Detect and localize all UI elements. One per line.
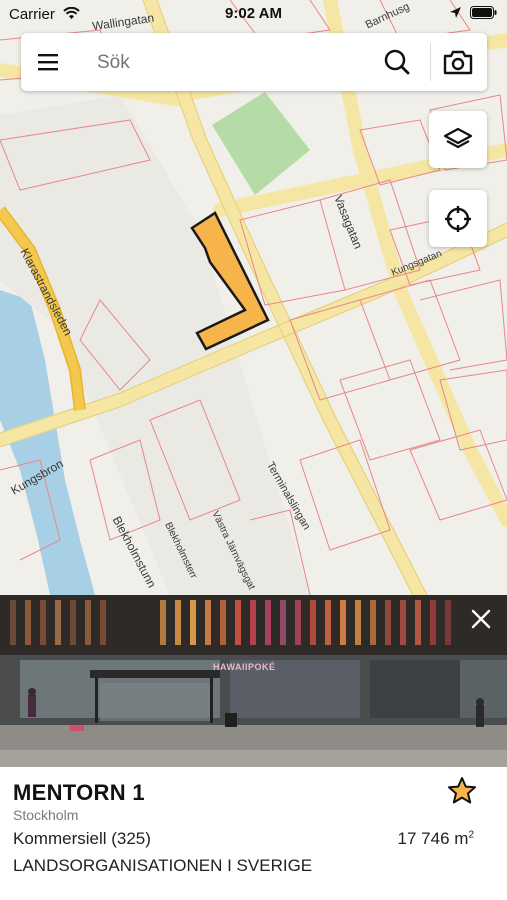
search-input[interactable] (95, 45, 369, 81)
locate-icon (445, 205, 471, 232)
property-area-unit-superscript: 2 (468, 829, 474, 841)
layers-button[interactable] (429, 111, 487, 168)
search-divider (430, 43, 431, 81)
park-area (212, 92, 310, 195)
property-info-panel[interactable]: MENTORN 1 Stockholm Kommersiell (325) 17… (0, 767, 507, 900)
location-arrow-icon (450, 7, 461, 18)
property-city: Stockholm (13, 807, 79, 823)
property-type: Kommersiell (325) (13, 829, 151, 848)
street-photo: HAWAIIPOKÉ (0, 595, 507, 767)
star-icon[interactable] (446, 775, 478, 807)
search-bar (21, 33, 487, 91)
locate-button[interactable] (429, 190, 487, 247)
property-area: 17 746 m2 (398, 829, 474, 849)
close-icon[interactable] (469, 607, 493, 631)
camera-icon[interactable] (442, 48, 474, 76)
menu-icon[interactable] (35, 49, 61, 75)
status-bar: Carrier 9:02 AM (0, 0, 507, 28)
battery-icon (470, 6, 497, 19)
property-owner: LANDSORGANISATIONEN I SVERIGE (13, 856, 313, 875)
property-name: MENTORN 1 (13, 780, 145, 805)
status-time: 9:02 AM (225, 5, 282, 22)
storefront-sign: HAWAIIPOKÉ (213, 662, 276, 672)
search-icon[interactable] (383, 48, 411, 76)
property-area-value: 17 746 m (397, 829, 469, 848)
layers-icon (443, 127, 473, 148)
building-photo (0, 595, 507, 767)
